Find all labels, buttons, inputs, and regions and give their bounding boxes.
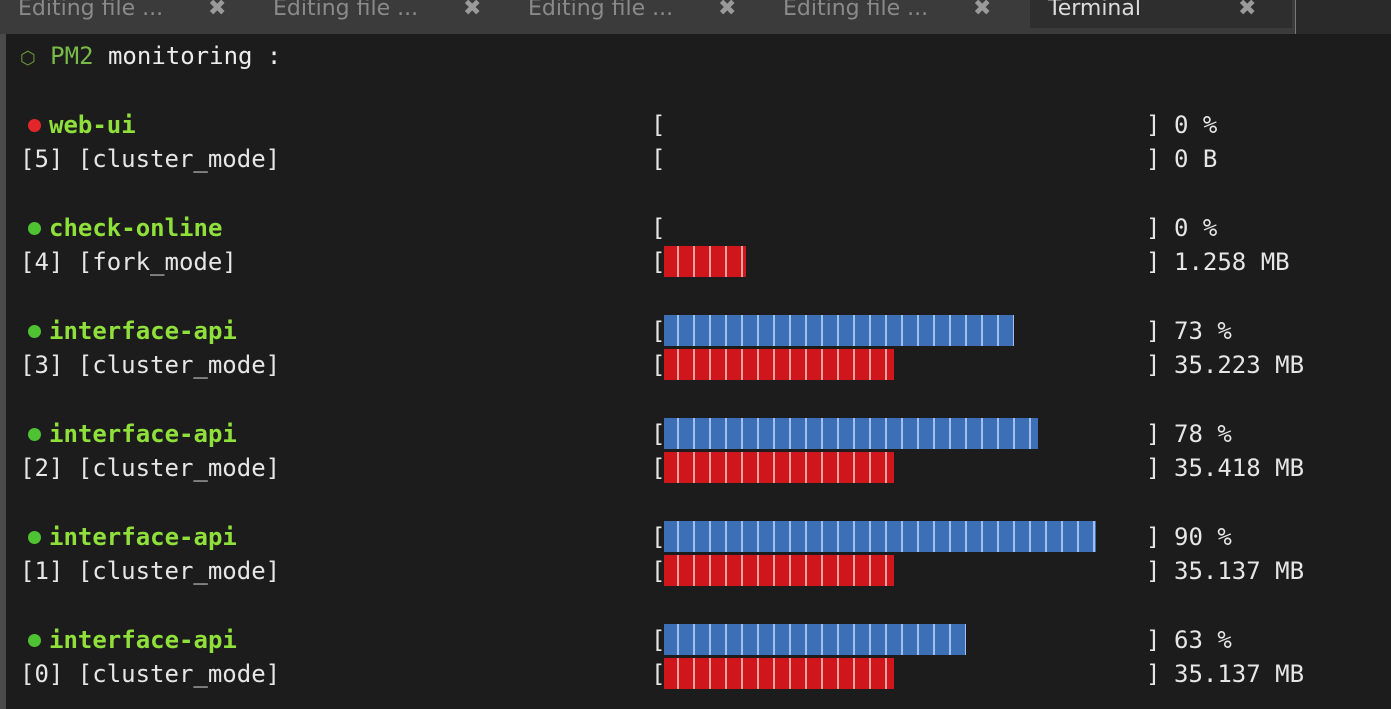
- tab-label: Editing file ...: [18, 0, 164, 21]
- mem-usage-bar: [664, 658, 894, 689]
- process-name: interface-api: [49, 523, 237, 551]
- cpu-gauge-open-bracket: [: [651, 214, 666, 242]
- process-id-mode: [2] [cluster_mode]: [20, 454, 281, 482]
- cpu-usage-bar: [664, 624, 966, 655]
- status-dot-icon: [28, 221, 41, 235]
- app-name: PM2: [50, 42, 94, 70]
- process-id-mode: [1] [cluster_mode]: [20, 557, 281, 585]
- mem-gauge-close-bracket: ]: [1146, 557, 1161, 585]
- process-name-line: web-ui: [20, 108, 136, 142]
- cpu-usage-bar: [664, 521, 1096, 552]
- page-title: monitoring :: [107, 42, 282, 70]
- tab-overflow-area: [1296, 0, 1391, 34]
- process-id-mode: [0] [cluster_mode]: [20, 660, 281, 688]
- close-icon[interactable]: ✖: [1238, 0, 1256, 21]
- cpu-usage-bar: [664, 315, 1014, 346]
- mem-gauge-close-bracket: ]: [1146, 248, 1161, 276]
- tab-editing-file-1[interactable]: Editing file ... ✖: [0, 0, 250, 28]
- status-dot-icon: [28, 324, 41, 338]
- tab-terminal[interactable]: Terminal ✖: [1030, 0, 1292, 28]
- mem-usage-bar: [664, 246, 746, 277]
- tab-label: Terminal: [1048, 0, 1141, 21]
- cpu-usage-value: 63 %: [1174, 626, 1232, 654]
- mem-gauge-close-bracket: ]: [1146, 454, 1161, 482]
- process-name-line: interface-api: [20, 520, 237, 554]
- mem-usage-value: 35.418 MB: [1174, 454, 1305, 482]
- process-name: check-online: [49, 214, 223, 242]
- mem-usage-value: 1.258 MB: [1174, 248, 1290, 276]
- status-dot-icon: [28, 427, 41, 441]
- process-name: interface-api: [49, 626, 237, 654]
- cpu-gauge-close-bracket: ]: [1146, 523, 1161, 551]
- cpu-gauge-close-bracket: ]: [1146, 626, 1161, 654]
- status-dot-icon: [28, 118, 41, 132]
- process-id-mode: [4] [fork_mode]: [20, 248, 237, 276]
- mem-gauge-close-bracket: ]: [1146, 351, 1161, 379]
- mem-gauge-open-bracket: [: [651, 145, 666, 173]
- mem-gauge-close-bracket: ]: [1146, 145, 1161, 173]
- process-row: web-ui [5] [cluster_mode] [] 0 % [] 0 B: [6, 108, 1391, 178]
- cpu-gauge-close-bracket: ]: [1146, 317, 1161, 345]
- process-name-line: interface-api: [20, 417, 237, 451]
- cpu-gauge-close-bracket: ]: [1146, 214, 1161, 242]
- status-dot-icon: [28, 633, 41, 647]
- tab-editing-file-2[interactable]: Editing file ... ✖: [255, 0, 505, 28]
- cpu-gauge-close-bracket: ]: [1146, 420, 1161, 448]
- process-name: interface-api: [49, 420, 237, 448]
- process-id-mode: [3] [cluster_mode]: [20, 351, 281, 379]
- process-name-line: interface-api: [20, 623, 237, 657]
- tab-label: Editing file ...: [783, 0, 929, 21]
- tab-label: Editing file ...: [273, 0, 419, 21]
- mem-usage-value: 35.223 MB: [1174, 351, 1305, 379]
- cpu-usage-value: 0 %: [1174, 111, 1218, 139]
- mem-usage-value: 35.137 MB: [1174, 557, 1305, 585]
- tab-bar: Editing file ... ✖ Editing file ... ✖ Ed…: [0, 0, 1391, 34]
- tab-editing-file-3[interactable]: Editing file ... ✖: [510, 0, 760, 28]
- tab-editing-file-4[interactable]: Editing file ... ✖: [765, 0, 1015, 28]
- process-row: interface-api [2] [cluster_mode] [] 78 %[…: [6, 417, 1391, 487]
- process-name: interface-api: [49, 317, 237, 345]
- terminal-window[interactable]: ⬡ PM2 monitoring : web-ui [5] [cluster_m…: [0, 34, 1388, 709]
- close-icon[interactable]: ✖: [718, 0, 736, 21]
- status-dot-icon: [28, 530, 41, 544]
- mem-usage-value: 0 B: [1174, 145, 1218, 173]
- process-row: interface-api [0] [cluster_mode] [] 63 %[…: [6, 623, 1391, 693]
- monitor-header: ⬡ PM2 monitoring :: [20, 42, 281, 70]
- mem-usage-value: 35.137 MB: [1174, 660, 1305, 688]
- mem-usage-bar: [664, 555, 894, 586]
- process-id-mode: [5] [cluster_mode]: [20, 145, 281, 173]
- process-name-line: check-online: [20, 211, 222, 245]
- mem-usage-bar: [664, 452, 894, 483]
- cpu-usage-value: 73 %: [1174, 317, 1232, 345]
- cpu-usage-value: 78 %: [1174, 420, 1232, 448]
- tab-label: Editing file ...: [528, 0, 674, 21]
- process-name-line: interface-api: [20, 314, 237, 348]
- cpu-gauge-close-bracket: ]: [1146, 111, 1161, 139]
- process-row: interface-api [1] [cluster_mode] [] 90 %[…: [6, 520, 1391, 590]
- close-icon[interactable]: ✖: [973, 0, 991, 21]
- close-icon[interactable]: ✖: [208, 0, 226, 21]
- cpu-usage-value: 90 %: [1174, 523, 1232, 551]
- cpu-usage-bar: [664, 418, 1038, 449]
- mem-gauge-close-bracket: ]: [1146, 660, 1161, 688]
- process-row: check-online [4] [fork_mode] [] 0 %[] 1.25…: [6, 211, 1391, 281]
- cpu-usage-value: 0 %: [1174, 214, 1218, 242]
- pm2-icon: ⬡: [20, 48, 36, 69]
- process-name: web-ui: [49, 111, 136, 139]
- cpu-gauge-open-bracket: [: [651, 111, 666, 139]
- process-row: interface-api [3] [cluster_mode] [] 73 %[…: [6, 314, 1391, 384]
- close-icon[interactable]: ✖: [463, 0, 481, 21]
- mem-usage-bar: [664, 349, 894, 380]
